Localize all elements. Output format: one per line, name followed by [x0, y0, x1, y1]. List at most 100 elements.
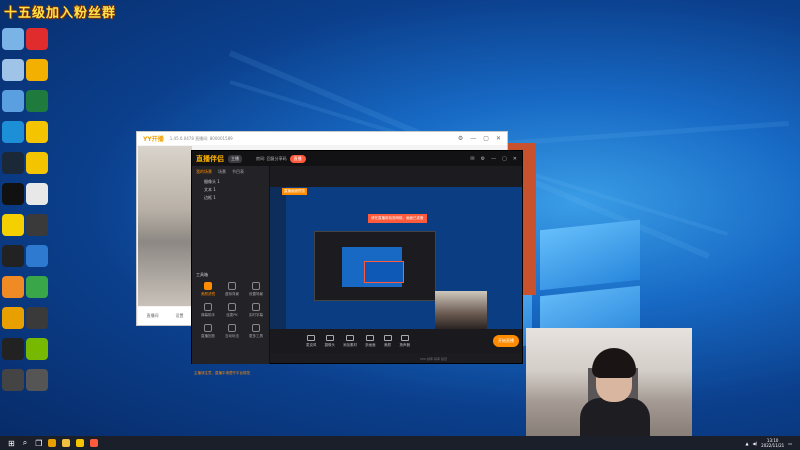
edge-icon[interactable]	[2, 121, 24, 143]
tool-scene-settings[interactable]: 设置场景	[244, 282, 268, 297]
tool-beauty[interactable]: 美颜滤镜	[196, 282, 220, 297]
yy-brand: YY开播	[143, 136, 164, 143]
this-pc-icon[interactable]	[2, 28, 24, 50]
qq-music-icon[interactable]	[2, 214, 24, 236]
game4-icon[interactable]	[26, 369, 48, 391]
settings-icon[interactable]: ⚙	[481, 156, 485, 162]
subtitle-icon	[252, 303, 260, 311]
volume-icon[interactable]: ◀)	[753, 441, 758, 446]
yy-settings-button[interactable]: 设置	[176, 313, 184, 319]
file-icon[interactable]	[26, 183, 48, 205]
maximize-icon[interactable]: ▢	[483, 135, 489, 142]
yy-camera-preview	[138, 146, 192, 306]
streaming-app-window[interactable]: 直播伴侣 主播 房间: 回复分享码 直播 ✉ ⚙ — ▢ ✕ 我的场景 场景 节…	[191, 150, 523, 375]
beauty-button[interactable]: 美颜	[383, 334, 392, 348]
stream-taskbar-icon[interactable]	[90, 439, 99, 447]
nvidia-icon[interactable]	[26, 307, 48, 329]
search-icon[interactable]: ⌕	[23, 438, 27, 448]
streamer	[580, 348, 650, 450]
control-panel-icon[interactable]	[2, 90, 24, 112]
more-icon	[252, 324, 260, 332]
yy-bottom-bar: 直播间 设置	[138, 307, 192, 325]
replay-icon	[204, 324, 212, 332]
maximize-icon[interactable]: ▢	[502, 156, 507, 162]
settings-icon[interactable]: ⚙	[458, 135, 463, 142]
netease-music-icon[interactable]	[26, 28, 48, 50]
go-live-button[interactable]: 开始直播	[493, 335, 519, 347]
add-icon	[346, 334, 354, 341]
fan-group-banner: 十五级加入粉丝群	[4, 6, 117, 21]
room-label: 房间: 回复分享码	[256, 155, 287, 161]
cat-icon[interactable]	[2, 276, 24, 298]
yy-icon[interactable]	[26, 121, 48, 143]
nested-capture-inner	[364, 261, 404, 283]
add-source-button[interactable]: 添加素材	[343, 334, 357, 348]
toolbox-grid: 美颜滤镜 虚拟背景 设置场景 弹幕助手 连麦PK 实时字幕 直播回放 互动玩法 …	[196, 282, 268, 339]
danmaku-icon	[204, 303, 212, 311]
yy-room-button[interactable]: 直播间	[147, 313, 159, 319]
geforce-icon[interactable]	[26, 338, 48, 360]
yy2-icon[interactable]	[26, 152, 48, 174]
multi-view-button[interactable]: 多画面	[365, 334, 376, 348]
tool-subtitles[interactable]: 实时字幕	[244, 303, 268, 318]
status-bar: CPU 帧率 码率 延迟	[420, 357, 447, 361]
mic-button[interactable]: 麦克风	[306, 334, 317, 348]
app-circle-icon[interactable]	[2, 245, 24, 267]
taskbar: ⊞ ⌕ ❐ ▲ ◀) 13:10 2022/11/21 ▭	[0, 436, 800, 450]
bottom-toolbar: 麦克风 摄像头 添加素材 多画面 美颜 扬声器 开始直播	[270, 329, 522, 353]
notice-text: 主播请注意，直播中请遵守平台规范	[194, 371, 250, 375]
qq-icon[interactable]	[2, 183, 24, 205]
tab-my-scenes[interactable]: 我的场景	[196, 169, 212, 175]
preview-icon-strip	[270, 187, 286, 329]
start-icon[interactable]: ⊞	[8, 439, 15, 448]
tool-replay[interactable]: 直播回放	[196, 324, 220, 339]
close-icon[interactable]: ✕	[513, 156, 517, 162]
chrome-taskbar-icon[interactable]	[48, 439, 57, 447]
recycle-bin-icon[interactable]	[2, 59, 24, 81]
mic-icon	[307, 334, 316, 341]
scene-item-border[interactable]: 边框 1	[192, 194, 269, 202]
preview-label: 直播画面预览	[282, 188, 307, 195]
camera-icon	[325, 334, 334, 341]
close-icon[interactable]: ✕	[496, 135, 501, 142]
excel-icon[interactable]	[26, 90, 48, 112]
game-app-icon[interactable]	[26, 59, 48, 81]
scene-item-camera[interactable]: 摄像头 1	[192, 178, 269, 186]
notification-icon[interactable]: ▭	[788, 441, 792, 446]
folder-taskbar-icon[interactable]	[62, 439, 71, 447]
tool-virtual-bg[interactable]: 虚拟背景	[220, 282, 244, 297]
obs-icon[interactable]	[2, 338, 24, 360]
chrome-icon[interactable]	[2, 307, 24, 329]
tool-interactive[interactable]: 互动玩法	[220, 324, 244, 339]
tool-more[interactable]: 更多工具	[244, 324, 268, 339]
minimize-icon[interactable]: —	[470, 135, 476, 142]
tool-danmaku[interactable]: 弹幕助手	[196, 303, 220, 318]
network-icon[interactable]: ▲	[745, 441, 748, 446]
tab-schedule[interactable]: 节目表	[232, 169, 244, 175]
steam-icon[interactable]	[2, 152, 24, 174]
app-titlebar[interactable]: 直播伴侣 主播 房间: 回复分享码 直播 ✉ ⚙ — ▢ ✕	[192, 151, 522, 166]
camera-button[interactable]: 摄像头	[325, 334, 335, 348]
clock[interactable]: 13:10 2022/11/21	[761, 438, 784, 448]
tab-scenes[interactable]: 场景	[218, 169, 226, 175]
message-icon[interactable]: ✉	[470, 156, 474, 162]
game3-icon[interactable]	[2, 369, 24, 391]
beauty-icon	[383, 334, 392, 341]
system-tray: ▲ ◀) 13:10 2022/11/21 ▭	[745, 438, 800, 448]
live-preview[interactable]: 直播画面预览 请在直播前检查网络，画面已准备	[270, 187, 522, 329]
game2-icon[interactable]	[26, 214, 48, 236]
multi-view-icon	[366, 334, 375, 341]
task-view-icon[interactable]: ❐	[35, 439, 42, 448]
speaker-button[interactable]: 扬声器	[400, 334, 410, 348]
green-icon[interactable]	[26, 276, 48, 298]
scene-panel: 我的场景 场景 节目表 摄像头 1 文本 1 边框 1 工具箱 美颜滤镜 虚拟背…	[192, 166, 270, 375]
network-icon[interactable]	[26, 245, 48, 267]
tool-pk[interactable]: 连麦PK	[220, 303, 244, 318]
yy-version: 1.45.0.0478 直播间: 800001589	[169, 135, 233, 141]
yy-taskbar-icon[interactable]	[76, 439, 85, 447]
webcam-overlay	[526, 328, 692, 450]
scene-item-text[interactable]: 文本 1	[192, 186, 269, 194]
yy-titlebar[interactable]: YY开播 1.45.0.0478 直播间: 800001589 ⚙ — ▢ ✕	[137, 132, 507, 145]
minimize-icon[interactable]: —	[491, 156, 496, 162]
virtual-bg-icon	[228, 282, 236, 290]
